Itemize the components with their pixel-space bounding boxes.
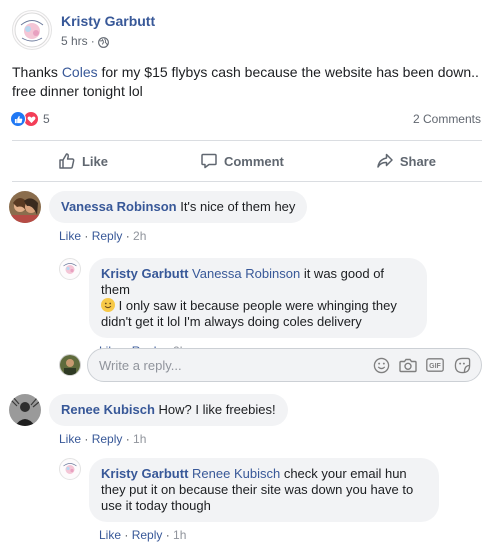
author-avatar[interactable] [12,10,52,50]
commenter-name[interactable]: Kristy Garbutt [101,466,188,481]
commenter-avatar[interactable] [9,394,41,426]
commenter-name[interactable]: Kristy Garbutt [101,266,188,281]
meta-sep: · [81,229,92,243]
comment-bubble: Vanessa Robinson It's nice of them hey [49,191,308,223]
meta-sep: · [122,432,134,446]
share-icon [377,153,393,168]
comment-mention[interactable]: Vanessa Robinson [192,266,300,281]
thumbs-up-icon [59,153,75,169]
comment-button-label: Comment [223,153,284,169]
meta-sep: · [121,528,132,542]
comment-time[interactable]: 1h [133,432,146,446]
commenter-name[interactable]: Vanessa Robinson [61,199,177,214]
gif-label: GIF [429,363,441,370]
commenter-avatar[interactable] [9,191,41,223]
comment-reply-link[interactable]: Reply [92,229,123,243]
share-button-label: Share [399,153,436,169]
reactions-summary[interactable]: 5 [10,110,50,128]
reply-comment: Kristy Garbutt Renee Kubisch check your … [59,458,439,543]
post-author-name[interactable]: Kristy Garbutt [61,12,155,30]
comment-mention[interactable]: Renee Kubisch [192,466,280,481]
reaction-count: 5 [43,112,50,126]
like-reaction-icon [10,111,26,127]
smiley-emoji-icon [101,298,115,312]
globe-icon [97,36,109,48]
post-meta: 5 hrs · [61,33,155,49]
share-button[interactable]: Share [376,152,436,170]
comment-time[interactable]: 2h [133,229,146,243]
comment-text: It's nice of them hey [176,199,296,214]
current-user-avatar [59,354,81,376]
comment-like-link[interactable]: Like [59,229,81,243]
comment-bubble: Kristy Garbutt Renee Kubisch check your … [89,458,439,522]
commenter-avatar[interactable] [59,458,81,480]
gif-icon[interactable]: GIF [426,356,444,374]
comment: Vanessa Robinson It's nice of them hey L… [9,191,308,244]
like-button-label: Like [81,153,108,169]
meta-sep: · [81,432,92,446]
comment-text: How? I like freebies! [154,402,276,417]
post-text: Thanks Coles for my $15 flybys cash beca… [12,63,482,101]
post-time[interactable]: 5 hrs [61,33,88,49]
meta-dot: · [90,34,95,48]
meta-sep: · [162,528,174,542]
camera-icon[interactable] [399,356,417,374]
reply-input-placeholder: Write a reply... [99,357,182,373]
comment-text-continued: I only saw it because people were whingi… [101,298,397,329]
divider [12,181,482,182]
coles-link[interactable]: Coles [62,64,98,80]
avatar-logo-icon [14,12,50,48]
comment-icon [201,153,217,169]
sticker-icon[interactable] [453,356,471,374]
comment-button[interactable]: Comment [200,152,284,170]
comment-meta: Like · Reply · 1h [59,431,288,447]
comment-bubble: Kristy Garbutt Vanessa Robinson it was g… [89,258,427,338]
post-text-before: Thanks [12,64,62,80]
divider [12,140,482,141]
reply-input[interactable]: Write a reply... GIF [87,348,482,382]
reply-tools: GIF [372,356,471,374]
emoji-icon[interactable] [372,356,390,374]
reply-comment: Kristy Garbutt Vanessa Robinson it was g… [59,258,427,359]
comment-time[interactable]: 1h [173,528,186,542]
like-button[interactable]: Like [58,152,108,170]
commenter-name[interactable]: Renee Kubisch [61,402,155,417]
comment-like-link[interactable]: Like [99,528,121,542]
comment-meta: Like · Reply · 1h [99,527,439,543]
comment-meta: Like · Reply · 2h [59,228,307,244]
post-actions: Like Comment Share [12,143,482,179]
comment-reply-link[interactable]: Reply [132,528,163,542]
comment-like-link[interactable]: Like [59,432,81,446]
comment-reply-link[interactable]: Reply [92,432,123,446]
comment: Renee Kubisch How? I like freebies! Like… [9,394,288,447]
comment-bubble: Renee Kubisch How? I like freebies! [49,394,288,426]
post-header: Kristy Garbutt 5 hrs · [12,10,155,56]
comment-count[interactable]: 2 Comments [413,112,481,126]
meta-sep: · [122,229,134,243]
commenter-avatar[interactable] [59,258,81,280]
